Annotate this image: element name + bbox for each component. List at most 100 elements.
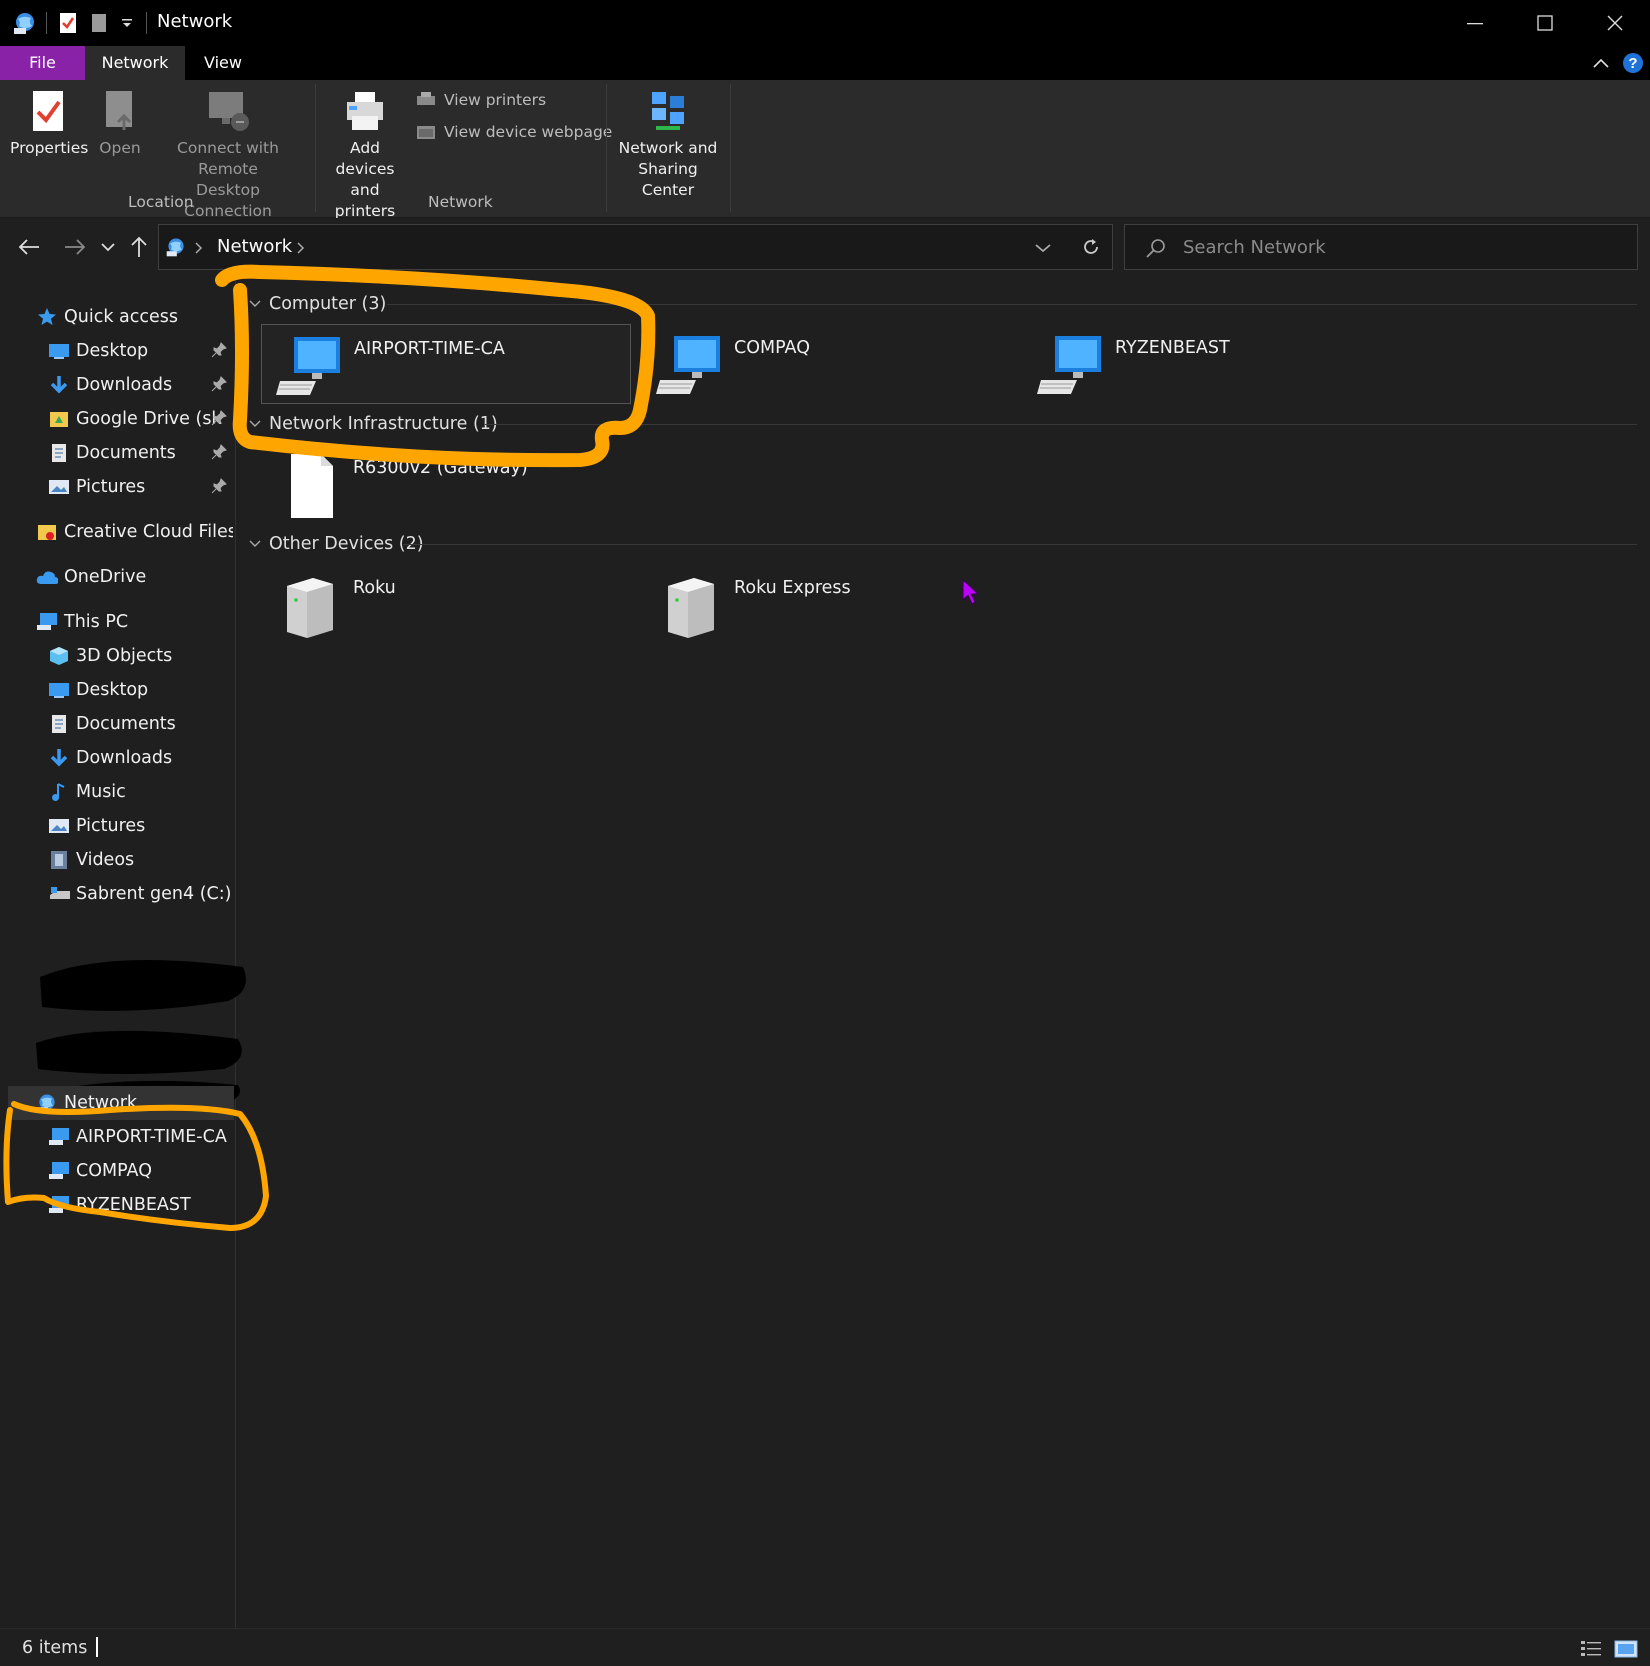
sidebar-item-airport-time-ca[interactable]: AIRPORT-TIME-CA <box>8 1120 233 1154</box>
maximize-button[interactable] <box>1510 0 1580 46</box>
tile-roku-express[interactable]: Roku Express <box>642 564 1012 644</box>
breadcrumb-chevron-icon[interactable] <box>297 242 305 254</box>
tab-file[interactable]: File <box>0 46 85 80</box>
pin-icon[interactable] <box>211 342 227 358</box>
sidebar-item-pc-desktop[interactable]: Desktop <box>8 673 233 707</box>
sidebar-item-onedrive[interactable]: OneDrive <box>8 560 233 594</box>
tab-view[interactable]: View <box>185 46 261 80</box>
sidebar-item-label: This PC <box>64 612 129 632</box>
chevron-down-icon <box>249 300 261 307</box>
ribbon: Properties Open Connect with Remote Desk… <box>0 80 1650 220</box>
blank-document-icon <box>291 454 333 518</box>
remote-desktop-label-line1: Connect with Remote <box>177 139 279 178</box>
sidebar-item-google-drive[interactable]: Google Drive (sk <box>8 402 233 436</box>
sidebar-item-label: Music <box>76 782 126 802</box>
sidebar-item-pc-documents[interactable]: Documents <box>8 707 233 741</box>
group-header-network-infrastructure[interactable]: Network Infrastructure (1) <box>249 410 498 438</box>
breadcrumb-chevron-icon[interactable] <box>195 242 203 254</box>
large-icons-view-icon[interactable] <box>1614 1639 1638 1659</box>
media-device-icon <box>287 578 333 638</box>
sidebar-item-label: Google Drive (sk <box>76 409 222 429</box>
add-devices-button[interactable]: Add devices and printers <box>320 88 410 222</box>
pin-icon[interactable] <box>211 410 227 426</box>
tile-airport-time-ca[interactable]: AIRPORT-TIME-CA <box>261 324 631 404</box>
tile-label: Roku <box>353 578 396 598</box>
status-bar: 6 items <box>0 1628 1650 1666</box>
sidebar-item-ryzenbeast[interactable]: RYZENBEAST <box>8 1188 233 1222</box>
tile-label: COMPAQ <box>734 338 810 358</box>
sidebar-item-network[interactable]: Network <box>8 1086 234 1120</box>
refresh-icon[interactable] <box>1081 237 1101 257</box>
sidebar-item-quick-access[interactable]: Quick access <box>8 300 233 334</box>
music-note-icon <box>48 781 70 803</box>
sidebar-item-label: OneDrive <box>64 567 147 587</box>
sidebar-item-label: AIRPORT-TIME-CA <box>76 1127 227 1147</box>
sidebar-item-documents[interactable]: Documents <box>8 436 233 470</box>
sidebar-item-pictures[interactable]: Pictures <box>8 470 233 504</box>
tile-ryzenbeast[interactable]: RYZENBEAST <box>1023 324 1393 404</box>
search-input[interactable] <box>1183 234 1613 260</box>
details-view-icon[interactable] <box>1580 1639 1602 1659</box>
sidebar-item-pc-pictures[interactable]: Pictures <box>8 809 233 843</box>
navigation-bar: Network <box>0 218 1650 276</box>
close-button[interactable] <box>1580 0 1650 46</box>
search-box[interactable] <box>1124 224 1638 270</box>
sidebar-item-label: Downloads <box>76 375 173 395</box>
sidebar-item-downloads[interactable]: Downloads <box>8 368 233 402</box>
minimize-button[interactable] <box>1440 0 1510 46</box>
help-icon[interactable]: ? <box>1622 52 1644 74</box>
pin-icon[interactable] <box>211 478 227 494</box>
tile-compaq[interactable]: COMPAQ <box>642 324 1012 404</box>
pin-icon[interactable] <box>211 444 227 460</box>
open-file-icon <box>106 91 132 130</box>
3d-objects-icon <box>48 645 70 667</box>
tile-label: RYZENBEAST <box>1115 338 1230 358</box>
maximize-icon <box>1537 15 1553 31</box>
minimize-icon <box>1467 23 1483 25</box>
pin-icon[interactable] <box>211 376 227 392</box>
desktop-icon <box>48 679 70 701</box>
group-header-other-devices[interactable]: Other Devices (2) <box>249 530 424 558</box>
computer-icon <box>1037 336 1101 394</box>
forward-button[interactable] <box>60 232 90 262</box>
new-folder-quick-icon[interactable] <box>90 12 108 34</box>
sidebar-item-creative-cloud[interactable]: Creative Cloud Files <box>8 515 233 549</box>
documents-icon <box>48 442 70 464</box>
network-sharing-center-button[interactable]: Network and Sharing Center <box>612 88 724 201</box>
back-button[interactable] <box>14 232 44 262</box>
recent-locations-button[interactable] <box>96 232 120 262</box>
address-bar[interactable]: Network <box>158 224 1113 270</box>
sidebar-item-this-pc[interactable]: This PC <box>8 605 233 639</box>
sidebar-item-c-drive[interactable]: Sabrent gen4 (C:) <box>8 877 233 911</box>
sidebar-item-label: Videos <box>76 850 135 870</box>
group-header-computer[interactable]: Computer (3) <box>249 290 386 318</box>
network-globe-icon <box>14 13 34 34</box>
collapse-ribbon-chevron-icon[interactable] <box>1592 56 1610 70</box>
sidebar-item-videos[interactable]: Videos <box>8 843 233 877</box>
properties-quick-icon[interactable] <box>58 12 78 34</box>
customize-toolbar-chevron-icon[interactable] <box>120 16 134 30</box>
tile-roku[interactable]: Roku <box>261 564 631 644</box>
view-printers-button[interactable]: View printers <box>416 91 546 109</box>
view-printers-icon <box>417 92 435 105</box>
open-button[interactable]: Open <box>92 88 148 159</box>
group-title: Other Devices (2) <box>269 534 424 554</box>
computer-icon <box>656 336 720 394</box>
sidebar-item-label: Network <box>64 1093 138 1113</box>
breadcrumb-network[interactable]: Network <box>217 236 292 257</box>
up-button[interactable] <box>124 232 154 262</box>
view-device-webpage-button[interactable]: View device webpage <box>416 123 612 141</box>
tile-r6300v2-gateway[interactable]: R6300v2 (Gateway) <box>261 444 631 524</box>
star-icon <box>36 306 58 328</box>
properties-button[interactable]: Properties <box>10 88 88 159</box>
sidebar-item-compaq[interactable]: COMPAQ <box>8 1154 233 1188</box>
sidebar-item-music[interactable]: Music <box>8 775 233 809</box>
media-device-icon <box>668 578 714 638</box>
search-icon <box>1146 239 1165 258</box>
tab-network[interactable]: Network <box>85 46 185 80</box>
sidebar-item-desktop[interactable]: Desktop <box>8 334 233 368</box>
open-label: Open <box>99 139 141 157</box>
address-history-chevron-icon[interactable] <box>1035 243 1051 253</box>
sidebar-item-3d-objects[interactable]: 3D Objects <box>8 639 233 673</box>
sidebar-item-pc-downloads[interactable]: Downloads <box>8 741 233 775</box>
